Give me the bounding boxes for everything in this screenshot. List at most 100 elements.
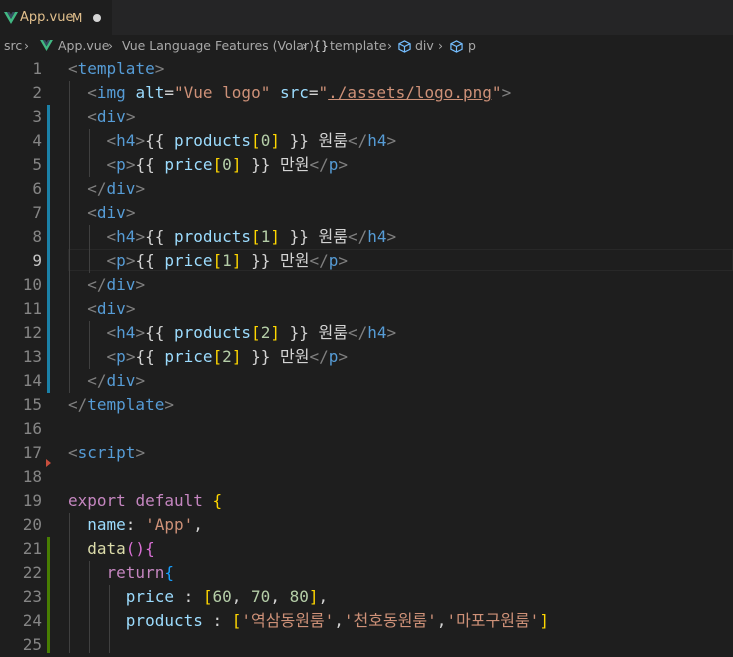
breadcrumb-item-volar[interactable]: Vue Language Features (Volar) [122,35,314,57]
breadcrumb: src › App.vue › Vue Language Features (V… [0,35,733,57]
comma: , [436,611,447,630]
string: '역삼동원룸' [241,611,335,630]
comma: , [231,587,252,606]
tag-bracket: < [106,323,117,342]
breadcrumb-item-div[interactable]: div [415,35,434,57]
tag-bracket: < [68,59,78,78]
tag-bracket: > [154,59,165,78]
code-line: 16 [0,417,733,441]
mustache: {{ [145,227,174,246]
code-text: <div> [68,201,135,225]
tab-bar: App.vue M [0,0,733,35]
quote: " [491,83,502,102]
tag-name: p [116,251,126,270]
editor-tab-app-vue[interactable]: App.vue M [0,0,112,35]
string: '마포구원룸' [446,611,540,630]
code-text: <div> [68,297,135,321]
code-text: export default { [68,489,222,513]
variable: price [164,251,213,270]
tag-bracket: </ [87,275,107,294]
variable: price [164,347,213,366]
tag-name: h4 [116,323,136,342]
code-text: <h4>{{ products[2] }} 원룸</h4> [68,321,397,345]
tag-bracket: < [87,83,97,102]
tag-bracket: > [125,107,136,126]
chevron-right-icon: › [387,38,392,53]
code-line: 5 <p>{{ price[0] }} 만원</p> [0,153,733,177]
chevron-right-icon: › [438,38,443,53]
keyword: default [135,491,203,510]
code-text: <img alt="Vue logo" src="./assets/logo.p… [68,81,511,105]
variable: price [164,155,213,174]
line-number: 11 [22,299,42,318]
tag-name: p [116,155,126,174]
mustache: }} [279,227,309,246]
tag-bracket: < [106,155,117,174]
code-text: return{ [68,561,174,585]
number: 70 [251,587,271,606]
breadcrumb-item-app-vue[interactable]: App.vue [58,35,109,57]
code-text: <script> [68,441,145,465]
colon: : [125,515,146,534]
tag-bracket: > [338,155,348,174]
number: 2 [222,347,232,366]
line-number: 15 [22,395,42,414]
unsaved-dot-icon[interactable] [93,14,101,22]
number: 80 [289,587,309,606]
tag-bracket: </ [87,179,107,198]
attr-name: alt [135,83,165,102]
code-text: products : ['역삼동원룸','천호동원룸','마포구원룸'] [68,609,549,633]
bracket: ] [270,323,280,342]
property: price [125,587,174,606]
line-number: 13 [22,347,42,366]
asset-path-link[interactable]: ./assets/logo.png [328,83,492,102]
property: name [87,515,126,534]
mustache: }} [279,131,309,150]
comma: , [193,515,203,534]
code-text: </div> [68,273,145,297]
tag-bracket: < [106,131,117,150]
code-text: <p>{{ price[0] }} 만원</p> [68,153,348,177]
code-line-active: 9 <p>{{ price[1] }} 만원</p> [0,249,733,273]
tag-bracket: > [125,155,136,174]
line-number: 16 [22,419,42,438]
number: 1 [260,227,271,246]
text-content: 만원 [270,155,310,174]
text-content: 원룸 [308,227,348,246]
tag-name: h4 [116,227,136,246]
code-text: <template> [68,57,164,81]
line-number: 7 [32,203,42,222]
bracket: [ [251,227,261,246]
breadcrumb-item-template[interactable]: template [330,35,386,57]
tag-bracket: < [87,107,97,126]
mustache: {{ [135,155,165,174]
tag-bracket: > [125,347,136,366]
breadcrumb-item-src[interactable]: src [4,35,22,57]
code-editor[interactable]: 1 <template> 2 <img alt="Vue logo" src="… [0,57,733,654]
tag-bracket: > [135,179,146,198]
tag-bracket: > [135,275,146,294]
code-text: </div> [68,369,145,393]
comma: , [318,587,329,606]
vue-file-icon [4,12,18,24]
number: 2 [260,323,271,342]
tag-bracket: </ [347,227,368,246]
bracket: ] [539,611,549,630]
tag-bracket: > [386,227,397,246]
tab-file-name: App.vue [20,10,74,25]
colon: : [202,611,232,630]
code-line: 25 [0,633,733,657]
tag-name: h4 [367,227,387,246]
tag-bracket: > [135,227,146,246]
tag-name: div [96,203,126,222]
breadcrumb-item-p[interactable]: p [468,35,476,57]
keyword: export [68,491,126,510]
tag-bracket: </ [68,395,88,414]
line-number: 5 [32,155,42,174]
code-line: 12 <h4>{{ products[2] }} 원룸</h4> [0,321,733,345]
brace: { [164,563,174,582]
tag-name: div [106,275,136,294]
tag-bracket: < [87,203,97,222]
variable: products [173,131,252,150]
tag-bracket: > [135,443,146,462]
